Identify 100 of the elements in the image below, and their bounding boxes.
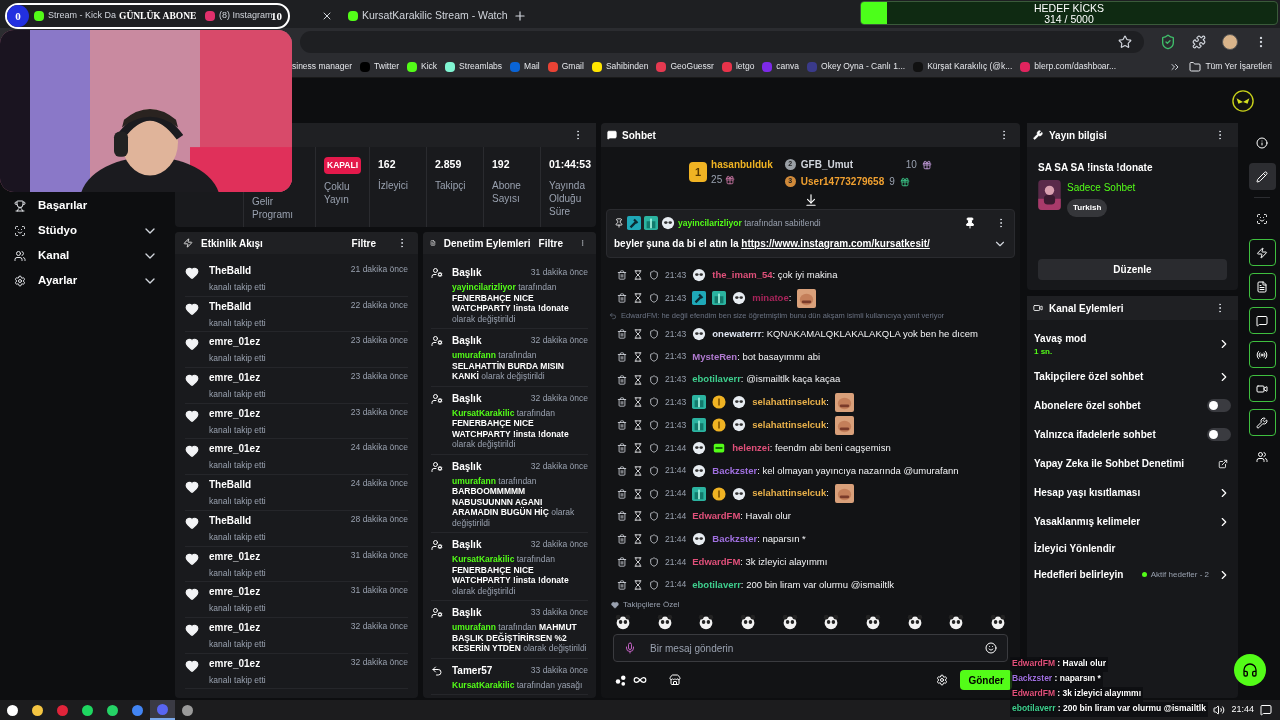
ban-icon[interactable] <box>649 465 659 476</box>
more-icon[interactable] <box>579 237 586 249</box>
sidebar-item[interactable]: Kanal <box>0 243 170 268</box>
panda-emote-icon[interactable] <box>781 614 798 630</box>
panda-emote-icon[interactable] <box>656 614 673 630</box>
microphone-icon[interactable] <box>624 642 636 654</box>
ban-icon[interactable] <box>649 579 659 590</box>
panda-emote-icon[interactable] <box>906 614 923 630</box>
ban-icon[interactable] <box>649 442 659 453</box>
panda-emote-icon[interactable] <box>864 614 881 630</box>
sidebar-item[interactable]: Stüdyo <box>0 218 170 243</box>
bookmark[interactable]: letgo <box>721 60 755 73</box>
ban-icon[interactable] <box>649 420 659 431</box>
channel-action[interactable]: Hedefleri belirleyin Aktif hedefler - 2 <box>1034 560 1231 589</box>
bookmark[interactable]: GeoGuessr <box>656 60 714 73</box>
timeout-icon[interactable] <box>633 579 643 590</box>
panda-emote-icon[interactable] <box>823 614 840 630</box>
browser-tab[interactable]: KursatKarakilic Stream - Watch <box>348 9 508 23</box>
delete-icon[interactable] <box>617 270 627 281</box>
timeout-icon[interactable] <box>633 534 643 545</box>
channel-action[interactable]: Yalnızca ifadelerle sohbet <box>1034 420 1231 449</box>
panda-emote-icon[interactable] <box>739 614 756 630</box>
extensions-icon[interactable] <box>1192 35 1206 49</box>
bookmark[interactable]: Sahibinden <box>591 60 649 73</box>
notifications-icon[interactable] <box>1260 704 1272 716</box>
rail-button[interactable] <box>1248 307 1276 334</box>
timeout-icon[interactable] <box>633 511 643 522</box>
timeout-icon[interactable] <box>633 420 643 431</box>
support-button[interactable] <box>1234 654 1266 686</box>
settings-icon[interactable] <box>936 674 949 686</box>
close-icon[interactable] <box>321 10 333 22</box>
delete-icon[interactable] <box>617 420 627 431</box>
rail-button[interactable] <box>1248 409 1276 436</box>
shield-icon[interactable] <box>1160 34 1176 50</box>
volume-icon[interactable] <box>1213 704 1226 716</box>
delete-icon[interactable] <box>617 351 627 362</box>
channel-action[interactable]: Hesap yaşı kısıtlaması <box>1034 478 1231 507</box>
bookmark[interactable]: Okey Oyna - Canlı 1... <box>807 60 906 73</box>
timeout-icon[interactable] <box>633 374 643 385</box>
delete-icon[interactable] <box>617 293 627 304</box>
rail-button[interactable] <box>1248 341 1276 368</box>
message-field[interactable]: Bir mesaj gönderin <box>613 634 1008 662</box>
timeout-icon[interactable] <box>633 397 643 408</box>
panda-emote-icon[interactable] <box>948 614 965 630</box>
bookmark-star-icon[interactable] <box>1118 35 1132 49</box>
panda-emote-icon[interactable] <box>615 614 631 630</box>
rail-button[interactable] <box>1248 375 1276 402</box>
rail-button[interactable] <box>1248 273 1276 300</box>
channel-action[interactable]: Yapay Zeka ile Sohbet Denetimi <box>1034 449 1231 478</box>
delete-icon[interactable] <box>617 534 627 545</box>
ban-icon[interactable] <box>649 293 659 304</box>
language-tag[interactable]: Turkish <box>1067 199 1108 217</box>
panda-emote-icon[interactable] <box>989 614 1006 630</box>
ban-icon[interactable] <box>649 397 659 408</box>
channel-action[interactable]: Yasaklanmış kelimeler <box>1034 507 1231 536</box>
edit-button[interactable]: Düzenle <box>1038 259 1227 280</box>
timeout-icon[interactable] <box>633 488 643 499</box>
message-input[interactable]: Bir mesaj gönderin <box>650 640 971 656</box>
bookmark[interactable]: Mail <box>510 60 540 73</box>
logo-icon[interactable] <box>1232 89 1254 112</box>
profile-avatar-icon[interactable] <box>1222 34 1238 50</box>
delete-icon[interactable] <box>617 579 627 590</box>
sidebar-item[interactable]: Ayarlar <box>0 268 170 293</box>
channel-action[interactable]: Yavaş mod 1 sn. <box>1034 326 1231 362</box>
ban-icon[interactable] <box>649 351 659 362</box>
ban-icon[interactable] <box>649 534 659 545</box>
ban-icon[interactable] <box>649 511 659 522</box>
bookmark[interactable]: canva <box>762 60 800 73</box>
ban-icon[interactable] <box>649 556 659 567</box>
delete-icon[interactable] <box>617 442 627 453</box>
address-field[interactable] <box>300 31 1144 53</box>
store-icon[interactable] <box>669 674 681 686</box>
collapse-icon[interactable] <box>803 193 818 207</box>
timeout-icon[interactable] <box>633 329 643 339</box>
sidebar-item[interactable]: Başarılar <box>0 193 170 218</box>
channel-action[interactable]: Abonelere özel sohbet <box>1034 391 1231 420</box>
bookmark[interactable]: Gmail <box>547 60 584 73</box>
bookmark[interactable]: Tüm Yer İşaretleri <box>1189 60 1272 73</box>
delete-icon[interactable] <box>617 488 627 499</box>
send-button[interactable]: Gönder <box>960 670 1012 690</box>
toggle-switch[interactable] <box>1207 399 1231 412</box>
delete-icon[interactable] <box>617 556 627 567</box>
browser-tab[interactable]: (8) Instagram <box>205 9 273 23</box>
delete-icon[interactable] <box>617 465 627 476</box>
rail-button[interactable] <box>1248 239 1276 266</box>
bookmark[interactable]: blerp.com/dashboar... <box>1020 60 1117 73</box>
timeout-icon[interactable] <box>633 556 643 567</box>
rail-button[interactable] <box>1248 163 1276 190</box>
channel-action[interactable]: Takipçilere özel sohbet <box>1034 362 1231 391</box>
delete-icon[interactable] <box>617 374 627 385</box>
ban-icon[interactable] <box>649 488 659 499</box>
browser-tab[interactable]: Stream - Kick Da <box>34 9 116 23</box>
ban-icon[interactable] <box>649 329 659 339</box>
filter-button[interactable]: Filtre <box>351 235 376 251</box>
emoji-icon[interactable] <box>985 642 997 654</box>
ban-icon[interactable] <box>649 374 659 385</box>
bookmark[interactable]: Twitter <box>360 60 400 73</box>
panda-emote-icon[interactable] <box>698 614 715 630</box>
instagram-link[interactable]: https://www.instagram.com/kursatkesit/ <box>741 238 930 249</box>
bookmark[interactable]: Kick <box>407 60 438 73</box>
